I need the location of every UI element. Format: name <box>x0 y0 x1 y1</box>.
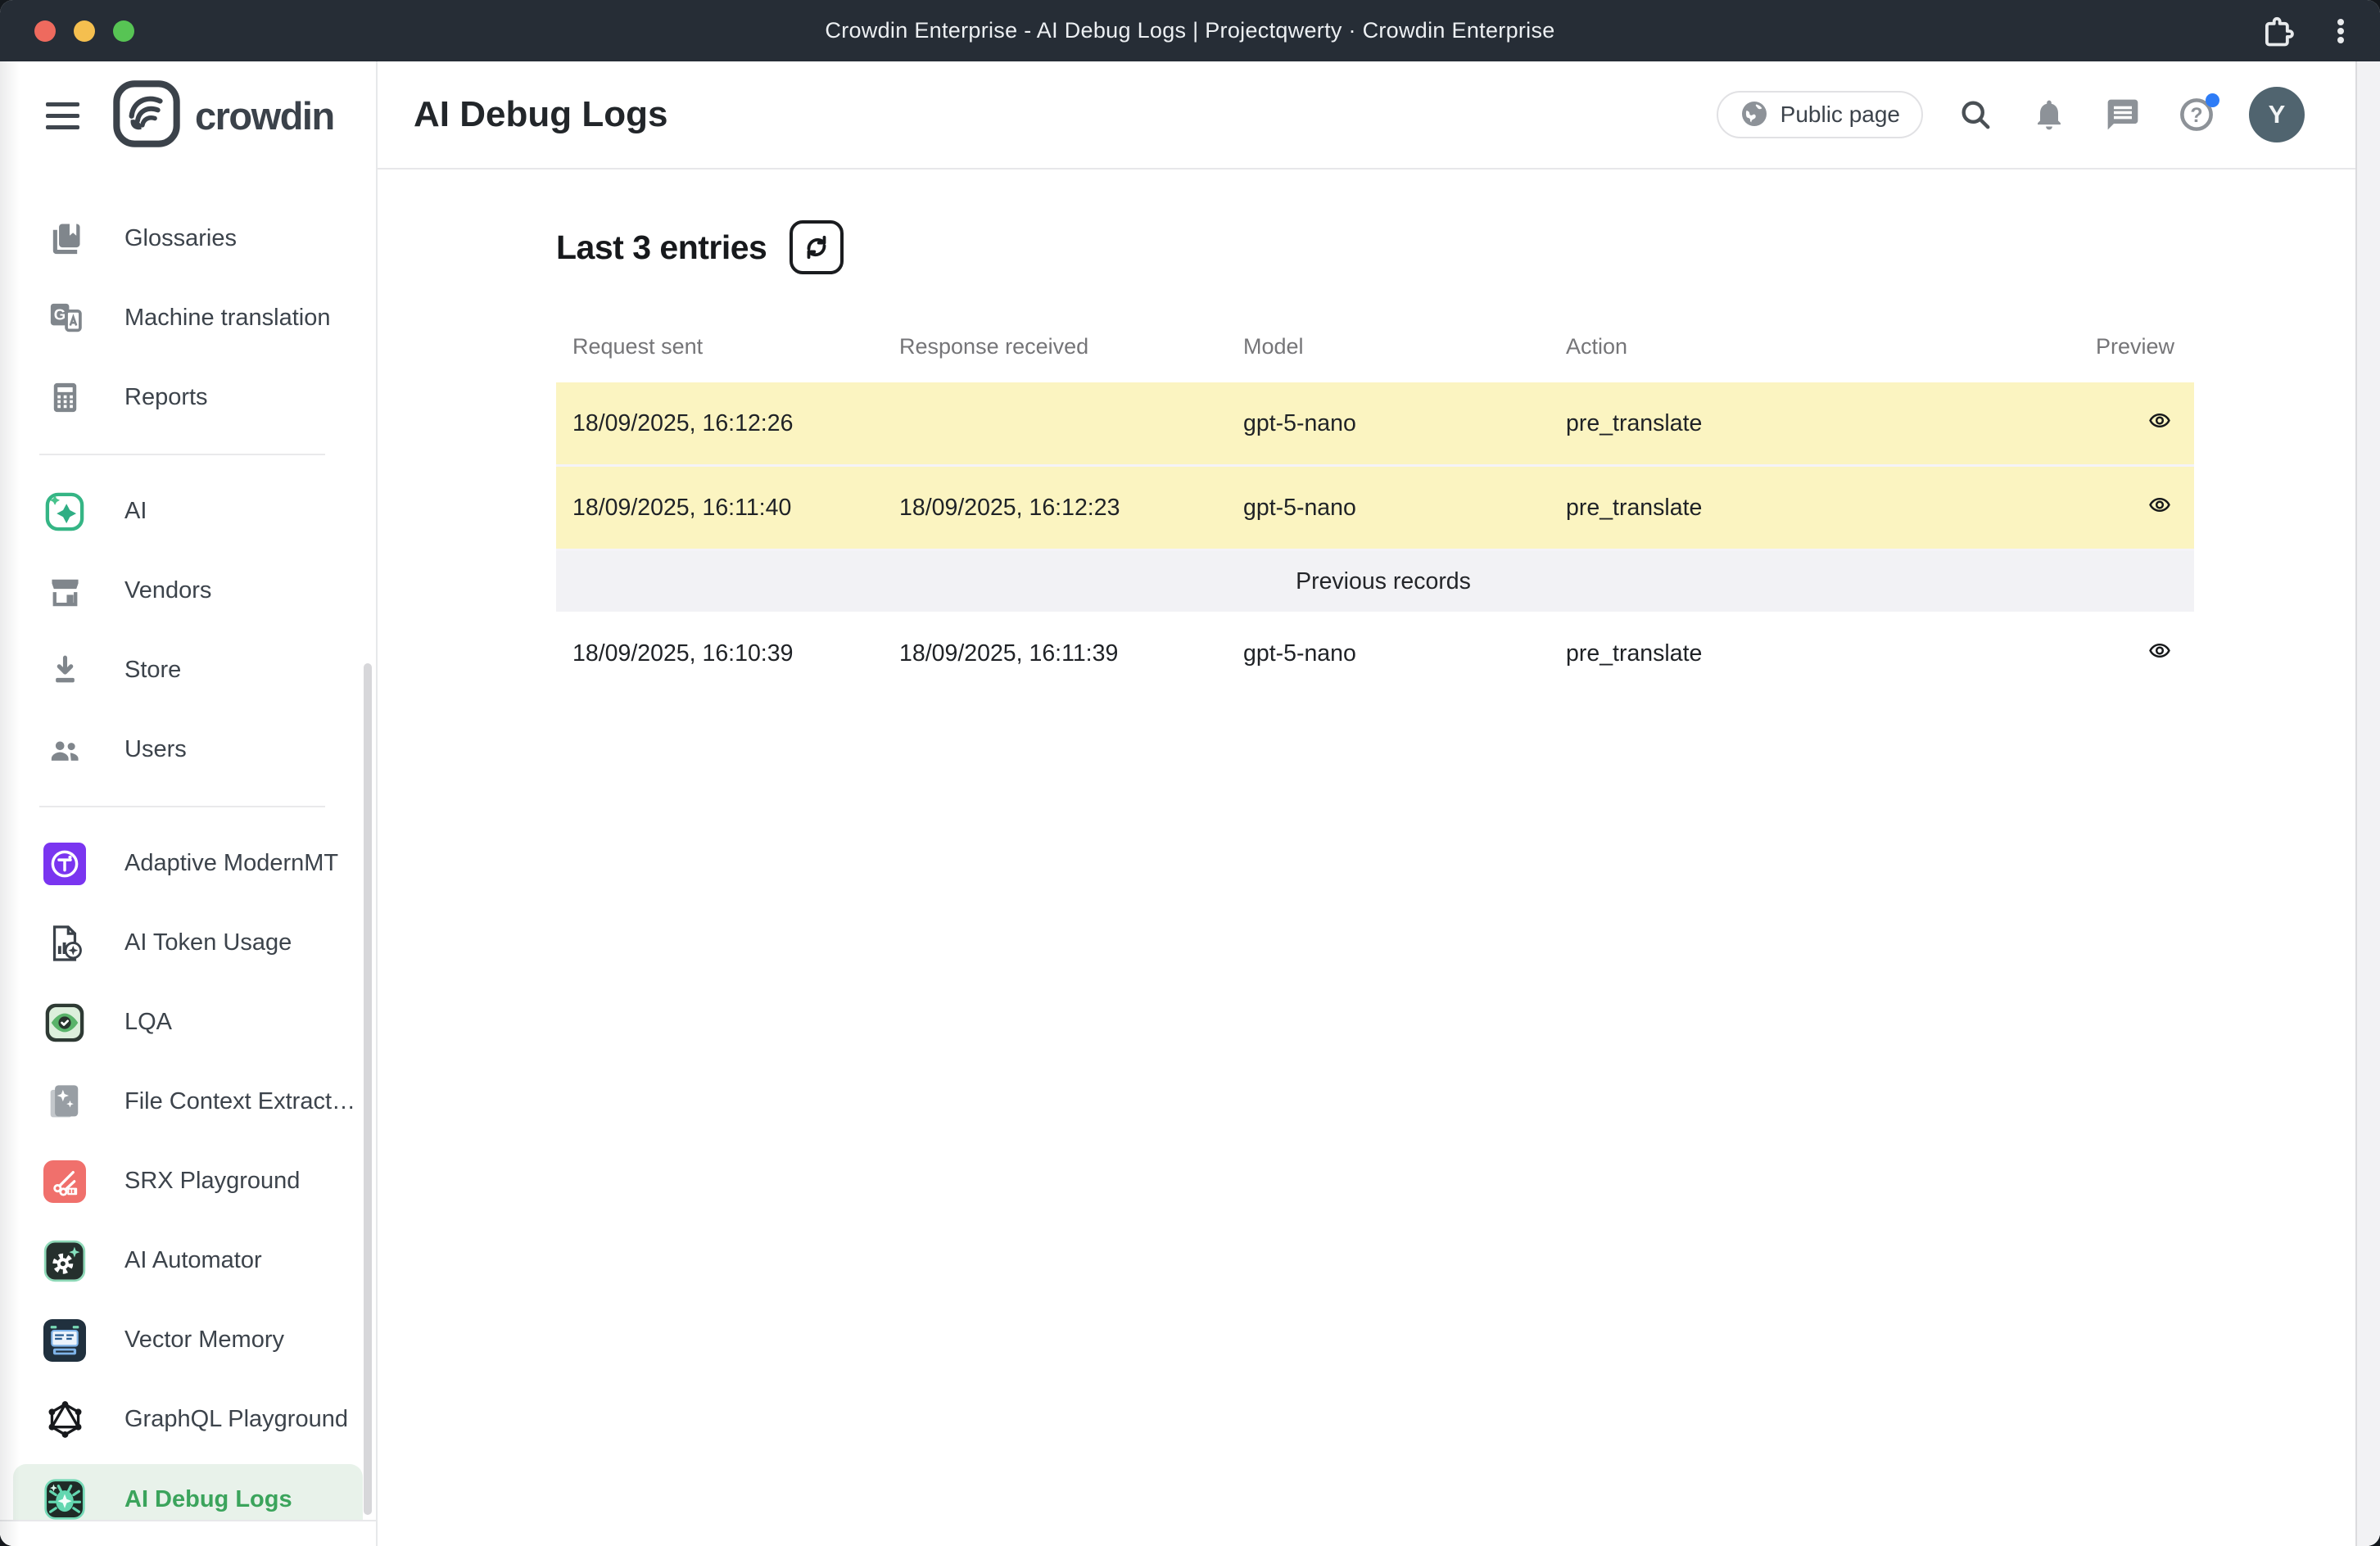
table-row[interactable]: 18/09/2025, 16:11:40 18/09/2025, 16:12:2… <box>556 467 2194 551</box>
sidebar-scrollbar[interactable] <box>364 663 372 1515</box>
search-icon[interactable] <box>1954 93 1997 136</box>
window-controls <box>34 0 134 61</box>
crowdin-wordmark: crowdin <box>195 93 334 138</box>
minimize-button[interactable] <box>74 20 95 42</box>
sidebar-item-adaptive-modernmt[interactable]: Adaptive ModernMT <box>0 824 376 903</box>
svg-text:G: G <box>53 305 65 323</box>
help-icon[interactable]: ? <box>2175 93 2218 136</box>
notifications-bell-icon[interactable] <box>2028 93 2070 136</box>
cell-request-sent: 18/09/2025, 16:12:26 <box>556 382 899 467</box>
sidebar-item-srx-playground[interactable]: SRX Playground <box>0 1141 376 1221</box>
content: Last 3 entries <box>378 170 2380 696</box>
sidebar-header: crowdin <box>0 61 376 170</box>
svg-text:?: ? <box>2190 104 2202 127</box>
sidebar-divider <box>39 806 325 807</box>
browser-window: Crowdin Enterprise - AI Debug Logs | Pro… <box>0 0 2380 1546</box>
store-icon <box>41 647 88 694</box>
sidebar-item-lqa[interactable]: LQA <box>0 983 376 1062</box>
cell-response-received: 18/09/2025, 16:11:39 <box>899 612 1243 696</box>
header-actions: Public page <box>1717 87 2305 142</box>
users-icon <box>41 726 88 774</box>
browser-menu-icon[interactable] <box>2324 15 2357 47</box>
sidebar-divider <box>39 454 325 455</box>
file-context-extractor-icon <box>41 1078 88 1126</box>
debug-logs-table: Request sent Response received Model Act… <box>556 310 2194 696</box>
column-request-sent: Request sent <box>556 310 899 382</box>
cell-request-sent: 18/09/2025, 16:11:40 <box>556 467 899 551</box>
table-header-row: Request sent Response received Model Act… <box>556 310 2194 382</box>
sidebar-item-vendors[interactable]: Vendors <box>0 551 376 631</box>
machine-translation-icon: G <box>41 295 88 342</box>
globe-icon <box>1740 99 1769 131</box>
cell-request-sent: 18/09/2025, 16:10:39 <box>556 612 899 696</box>
previous-records-row: Previous records <box>556 551 2194 612</box>
sidebar-item-graphql-playground[interactable]: GraphQL Playground <box>0 1380 376 1459</box>
cell-model: gpt-5-nano <box>1243 467 1566 551</box>
sidebar-item-file-context-extractor[interactable]: File Context Extract… <box>0 1062 376 1141</box>
sidebar: crowdin Glossaries <box>0 61 378 1546</box>
page-header: AI Debug Logs Public page <box>378 61 2380 170</box>
cell-action: pre_translate <box>1566 382 1932 467</box>
sidebar-nav: Glossaries G Machine translation <box>0 170 376 1535</box>
public-page-button[interactable]: Public page <box>1717 91 1923 138</box>
glossaries-icon <box>41 215 88 263</box>
crowdin-logo[interactable]: crowdin <box>111 78 334 154</box>
preview-eye-icon[interactable] <box>2145 640 2174 664</box>
previous-records-button[interactable]: Previous records <box>1291 567 1476 596</box>
page-title: AI Debug Logs <box>414 94 667 135</box>
reports-icon <box>41 374 88 422</box>
cell-response-received <box>899 382 1243 467</box>
crowdin-logo-icon <box>111 78 183 154</box>
graphql-playground-icon <box>41 1396 88 1444</box>
hamburger-menu-button[interactable] <box>46 102 79 129</box>
cell-model: gpt-5-nano <box>1243 382 1566 467</box>
page-scrollbar[interactable] <box>2355 61 2380 1546</box>
column-response-received: Response received <box>899 310 1243 382</box>
sidebar-item-reports[interactable]: Reports <box>0 358 376 437</box>
cell-response-received: 18/09/2025, 16:12:23 <box>899 467 1243 551</box>
column-preview: Preview <box>1932 310 2194 382</box>
sidebar-item-users[interactable]: Users <box>0 710 376 789</box>
adaptive-modernmt-icon <box>41 840 88 888</box>
column-model: Model <box>1243 310 1566 382</box>
preview-eye-icon[interactable] <box>2145 409 2174 434</box>
sidebar-item-glossaries[interactable]: Glossaries <box>0 199 376 278</box>
column-action: Action <box>1566 310 1932 382</box>
sidebar-item-ai-token-usage[interactable]: AI Token Usage <box>0 903 376 983</box>
ai-automator-icon <box>41 1237 88 1285</box>
help-notification-dot <box>2206 93 2219 107</box>
cell-action: pre_translate <box>1566 612 1932 696</box>
lqa-icon <box>41 999 88 1046</box>
table-row[interactable]: 18/09/2025, 16:10:39 18/09/2025, 16:11:3… <box>556 612 2194 696</box>
refresh-button[interactable] <box>790 220 844 274</box>
sidebar-item-machine-translation[interactable]: G Machine translation <box>0 278 376 358</box>
srx-playground-icon <box>41 1158 88 1205</box>
sidebar-footer <box>0 1520 376 1546</box>
ai-debug-logs-icon <box>41 1476 88 1523</box>
browser-titlebar: Crowdin Enterprise - AI Debug Logs | Pro… <box>0 0 2380 61</box>
preview-eye-icon[interactable] <box>2145 494 2174 518</box>
sidebar-item-store[interactable]: Store <box>0 631 376 710</box>
section-heading: Last 3 entries <box>556 228 767 267</box>
sidebar-item-ai[interactable]: AI <box>0 472 376 551</box>
cell-model: gpt-5-nano <box>1243 612 1566 696</box>
main-area: AI Debug Logs Public page <box>378 61 2380 1546</box>
vector-memory-icon <box>41 1317 88 1364</box>
sidebar-item-ai-automator[interactable]: AI Automator <box>0 1221 376 1300</box>
extensions-icon[interactable] <box>2259 13 2295 49</box>
vendors-icon <box>41 567 88 615</box>
table-row[interactable]: 18/09/2025, 16:12:26 gpt-5-nano pre_tran… <box>556 382 2194 467</box>
zoom-button[interactable] <box>113 20 134 42</box>
avatar[interactable]: Y <box>2249 87 2305 142</box>
sidebar-item-vector-memory[interactable]: Vector Memory <box>0 1300 376 1380</box>
cell-action: pre_translate <box>1566 467 1932 551</box>
messages-icon[interactable] <box>2102 93 2144 136</box>
ai-icon <box>41 488 88 536</box>
ai-token-usage-icon <box>41 920 88 967</box>
browser-tab-title: Crowdin Enterprise - AI Debug Logs | Pro… <box>0 18 2380 43</box>
public-page-label: Public page <box>1780 102 1900 128</box>
close-button[interactable] <box>34 20 56 42</box>
